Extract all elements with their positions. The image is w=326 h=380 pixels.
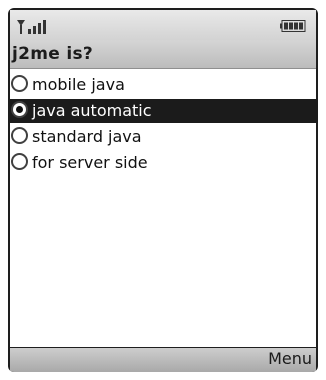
option-label: standard java: [32, 127, 142, 146]
softkey-bar: Menu: [10, 348, 316, 372]
option-standard-java[interactable]: standard java: [10, 125, 318, 149]
radio-button-unchecked-icon[interactable]: [11, 153, 28, 170]
radio-dot: [16, 106, 23, 113]
screen-title: j2me is?: [12, 44, 94, 64]
option-label: for server side: [32, 153, 148, 172]
option-java-automatic[interactable]: java automatic: [10, 99, 318, 123]
title-bar: j2me is?: [10, 40, 316, 69]
option-label: mobile java: [32, 75, 125, 94]
choice-group: mobile java java automatic standard java…: [10, 69, 318, 347]
option-for-server-side[interactable]: for server side: [10, 151, 318, 175]
phone-frame: j2me is? mobile java java automatic stan…: [0, 0, 326, 380]
option-label: java automatic: [32, 101, 152, 120]
radio-button-unchecked-icon[interactable]: [11, 127, 28, 144]
option-mobile-java[interactable]: mobile java: [10, 73, 318, 97]
radio-button-unchecked-icon[interactable]: [11, 75, 28, 92]
battery-icon: [280, 20, 306, 32]
radio-button-checked-icon[interactable]: [11, 101, 28, 118]
menu-softkey[interactable]: Menu: [268, 349, 312, 368]
status-bar: [10, 10, 316, 40]
signal-strength-icon: [17, 20, 46, 34]
device-screen: j2me is? mobile java java automatic stan…: [8, 8, 318, 372]
